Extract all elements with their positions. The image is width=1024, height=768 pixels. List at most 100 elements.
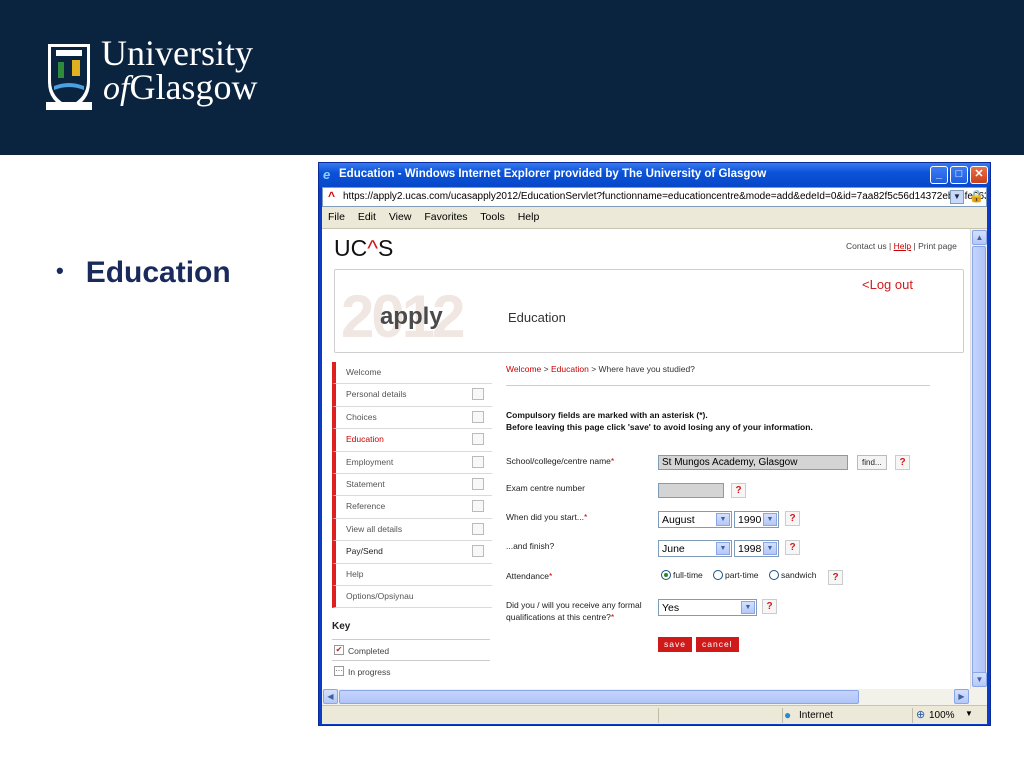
key-in-progress: ··· In progress bbox=[332, 660, 490, 681]
nav-item-personal-details[interactable]: Personal details bbox=[332, 384, 492, 407]
ucas-favicon-icon: ^ bbox=[328, 189, 336, 203]
attendance-help-button[interactable]: ? bbox=[828, 570, 843, 585]
scroll-right-icon[interactable]: ▶ bbox=[954, 689, 969, 704]
attendance-part-time[interactable]: part-time bbox=[713, 570, 759, 580]
exam-centre-field[interactable] bbox=[658, 483, 724, 498]
close-button[interactable]: ✕ bbox=[970, 166, 988, 184]
school-field[interactable]: St Mungos Academy, Glasgow bbox=[658, 455, 848, 470]
address-dropdown-icon[interactable]: ▼ bbox=[950, 190, 964, 204]
horizontal-scroll-thumb[interactable] bbox=[339, 690, 859, 704]
menu-edit[interactable]: Edit bbox=[358, 211, 376, 223]
divider bbox=[506, 385, 930, 386]
radio-unselected[interactable] bbox=[713, 570, 723, 580]
chevron-down-icon: ▼ bbox=[763, 513, 777, 526]
finish-year-select[interactable]: 1998 ▼ bbox=[734, 540, 779, 557]
help-link[interactable]: Help bbox=[894, 241, 911, 251]
nav-item-welcome[interactable]: Welcome bbox=[332, 362, 492, 385]
chevron-down-icon: ▼ bbox=[716, 542, 730, 555]
scroll-up-icon[interactable]: ▲ bbox=[972, 230, 987, 245]
save-button[interactable]: save bbox=[658, 637, 692, 652]
qualifications-select[interactable]: Yes ▼ bbox=[658, 599, 757, 616]
browser-window: e Education - Windows Internet Explorer … bbox=[318, 162, 991, 726]
nav-item-options[interactable]: Options/Opsiynau bbox=[332, 585, 492, 609]
status-zone: Internet bbox=[799, 710, 833, 721]
top-links: Contact us | Help | Print page bbox=[846, 241, 957, 251]
menu-tools[interactable]: Tools bbox=[480, 211, 505, 223]
find-button[interactable]: find... bbox=[857, 455, 887, 470]
horizontal-scrollbar[interactable]: ◀ ▶ bbox=[322, 689, 987, 705]
exam-help-button[interactable]: ? bbox=[731, 483, 746, 498]
contact-link[interactable]: Contact us bbox=[846, 241, 887, 251]
zoom-dropdown-icon[interactable]: ▼ bbox=[965, 709, 973, 718]
status-checkbox bbox=[472, 522, 484, 535]
window-titlebar[interactable]: e Education - Windows Internet Explorer … bbox=[319, 163, 990, 187]
finish-help-button[interactable]: ? bbox=[785, 540, 800, 555]
padlock-icon[interactable]: 🔒 bbox=[969, 189, 984, 204]
chevron-down-icon: ▼ bbox=[763, 542, 777, 555]
breadcrumb-welcome[interactable]: Welcome bbox=[506, 364, 541, 374]
maximize-button[interactable]: □ bbox=[950, 166, 968, 184]
school-help-button[interactable]: ? bbox=[895, 455, 910, 470]
attendance-label: Attendance* bbox=[506, 571, 553, 581]
attendance-sandwich[interactable]: sandwich bbox=[769, 570, 816, 580]
key-title: Key bbox=[332, 621, 351, 632]
nav-item-education[interactable]: Education bbox=[332, 429, 492, 452]
nav-item-pay-send[interactable]: Pay/Send bbox=[332, 541, 492, 564]
status-checkbox bbox=[472, 455, 484, 468]
finish-label: ...and finish? bbox=[506, 541, 555, 551]
address-bar[interactable]: ^ https://apply2.ucas.com/ucasapply2012/… bbox=[322, 187, 987, 207]
cancel-button[interactable]: cancel bbox=[696, 637, 739, 652]
university-wordmark: University ofGlasgow bbox=[101, 35, 258, 107]
scroll-down-icon[interactable]: ▼ bbox=[972, 672, 987, 687]
menu-view[interactable]: View bbox=[389, 211, 412, 223]
sidebar-nav: Welcome Personal details Choices Educati… bbox=[332, 362, 492, 609]
start-month-select[interactable]: August ▼ bbox=[658, 511, 732, 528]
start-year-select[interactable]: 1990 ▼ bbox=[734, 511, 779, 528]
vertical-scroll-thumb[interactable] bbox=[972, 246, 986, 680]
menu-help[interactable]: Help bbox=[518, 211, 540, 223]
compulsory-note: Compulsory fields are marked with an ast… bbox=[506, 410, 813, 432]
radio-unselected[interactable] bbox=[769, 570, 779, 580]
breadcrumb-education[interactable]: Education bbox=[551, 364, 589, 374]
page-content: UC^S Contact us | Help | Print page 2012… bbox=[322, 229, 970, 689]
finish-month-select[interactable]: June ▼ bbox=[658, 540, 732, 557]
nav-item-employment[interactable]: Employment bbox=[332, 451, 492, 474]
qualifications-help-button[interactable]: ? bbox=[762, 599, 777, 614]
nav-item-reference[interactable]: Reference bbox=[332, 496, 492, 519]
status-checkbox bbox=[472, 500, 484, 513]
menu-favorites[interactable]: Favorites bbox=[424, 211, 467, 223]
nav-item-statement[interactable]: Statement bbox=[332, 473, 492, 497]
start-help-button[interactable]: ? bbox=[785, 511, 800, 526]
qualifications-label: Did you / will you receive any formal qua… bbox=[506, 600, 642, 622]
key-completed: ✔ Completed bbox=[332, 639, 490, 660]
radio-selected[interactable] bbox=[661, 570, 671, 580]
apply-logo: apply bbox=[380, 303, 443, 330]
menu-bar: File Edit View Favorites Tools Help bbox=[322, 207, 987, 229]
start-label: When did you start...* bbox=[506, 512, 588, 522]
window-title: Education - Windows Internet Explorer pr… bbox=[339, 168, 767, 180]
exam-centre-label: Exam centre number bbox=[506, 483, 585, 493]
university-banner: University ofGlasgow bbox=[0, 0, 1024, 155]
vertical-scrollbar[interactable]: ▲ ▼ bbox=[970, 229, 987, 689]
menu-file[interactable]: File bbox=[328, 211, 345, 223]
ucas-logo[interactable]: UC^S bbox=[334, 235, 393, 262]
address-url: https://apply2.ucas.com/ucasapply2012/Ed… bbox=[343, 191, 987, 202]
in-progress-icon: ··· bbox=[334, 666, 344, 676]
scroll-left-icon[interactable]: ◀ bbox=[323, 689, 338, 704]
chevron-down-icon: ▼ bbox=[741, 601, 755, 614]
breadcrumb: Welcome > Education > Where have you stu… bbox=[506, 364, 695, 374]
nav-item-choices[interactable]: Choices bbox=[332, 406, 492, 430]
nav-item-help[interactable]: Help bbox=[332, 563, 492, 586]
globe-icon: ● bbox=[784, 708, 792, 722]
nav-item-view-all-details[interactable]: View all details bbox=[332, 518, 492, 542]
university-name-line2: Glasgow bbox=[129, 67, 258, 107]
status-checkbox bbox=[472, 545, 484, 558]
zoom-level[interactable]: 100% bbox=[929, 710, 955, 721]
page-heading: Education bbox=[508, 310, 566, 325]
attendance-full-time[interactable]: full-time bbox=[661, 570, 703, 580]
print-link[interactable]: Print page bbox=[918, 241, 957, 251]
status-checkbox bbox=[472, 410, 484, 423]
logout-link[interactable]: <Log out bbox=[862, 277, 913, 292]
bullet-text: Education bbox=[85, 256, 231, 289]
minimize-button[interactable]: _ bbox=[930, 166, 948, 184]
